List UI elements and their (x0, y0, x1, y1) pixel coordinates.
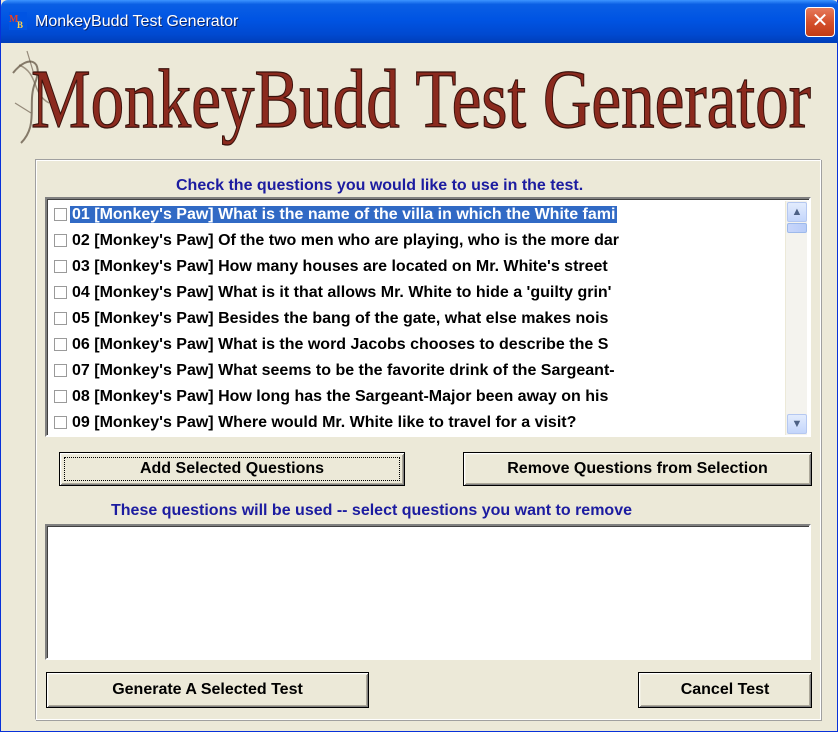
close-icon: ✕ (811, 10, 829, 32)
window-title: MonkeyBudd Test Generator (35, 13, 239, 30)
selected-questions-list[interactable] (45, 524, 811, 660)
chevron-down-icon: ▼ (791, 418, 803, 430)
question-row[interactable]: 05 [Monkey's Paw] Besides the bang of th… (49, 306, 787, 332)
app-window: M B MonkeyBudd Test Generator ✕ MonkeyBu… (0, 0, 838, 732)
question-checkbox[interactable] (54, 364, 67, 377)
generate-button-label: Generate A Selected Test (112, 681, 303, 698)
question-label: 05 [Monkey's Paw] Besides the bang of th… (72, 310, 609, 327)
chevron-up-icon: ▲ (791, 206, 803, 218)
question-row[interactable]: 02 [Monkey's Paw] Of the two men who are… (49, 228, 787, 254)
svg-text:B: B (17, 20, 23, 30)
question-checkbox[interactable] (54, 390, 67, 403)
remove-button-label: Remove Questions from Selection (507, 460, 768, 477)
list-scrollbar[interactable]: ▲ ▼ (785, 201, 807, 435)
question-row[interactable]: 08 [Monkey's Paw] How long has the Sarge… (49, 384, 787, 410)
question-checkbox[interactable] (54, 260, 67, 273)
add-button-label: Add Selected Questions (139, 460, 325, 477)
generate-test-button[interactable]: Generate A Selected Test (46, 672, 369, 708)
available-questions-list[interactable]: 01 [Monkey's Paw] What is the name of th… (45, 197, 811, 437)
question-row[interactable]: 07 [Monkey's Paw] What seems to be the f… (49, 358, 787, 384)
question-checkbox[interactable] (54, 208, 67, 221)
scroll-thumb[interactable] (787, 223, 807, 233)
question-label: 02 [Monkey's Paw] Of the two men who are… (72, 232, 620, 249)
question-label: 01 [Monkey's Paw] What is the name of th… (70, 206, 618, 223)
question-checkbox[interactable] (54, 312, 67, 325)
question-rows: 01 [Monkey's Paw] What is the name of th… (49, 202, 787, 435)
title-bar[interactable]: M B MonkeyBudd Test Generator ✕ (1, 0, 838, 43)
question-row[interactable]: 04 [Monkey's Paw] What is it that allows… (49, 280, 787, 306)
question-row[interactable]: 06 [Monkey's Paw] What is the word Jacob… (49, 332, 787, 358)
cancel-test-button[interactable]: Cancel Test (638, 672, 812, 708)
app-icon: M B (9, 12, 27, 30)
selected-instruction: These questions will be used -- select q… (111, 502, 632, 519)
question-label: 09 [Monkey's Paw] Where would Mr. White … (72, 414, 577, 431)
question-label: 08 [Monkey's Paw] How long has the Sarge… (72, 388, 609, 405)
question-label: 07 [Monkey's Paw] What seems to be the f… (72, 362, 615, 379)
add-selected-questions-button[interactable]: Add Selected Questions (59, 452, 405, 486)
banner-logo: MonkeyBudd Test Generator (12, 50, 812, 147)
close-button[interactable]: ✕ (805, 7, 835, 37)
question-label: 06 [Monkey's Paw] What is the word Jacob… (72, 336, 609, 353)
question-label: 03 [Monkey's Paw] How many houses are lo… (72, 258, 608, 275)
question-checkbox[interactable] (54, 234, 67, 247)
questions-instruction: Check the questions you would like to us… (176, 177, 584, 194)
question-row[interactable]: 09 [Monkey's Paw] Where would Mr. White … (49, 410, 787, 435)
remove-questions-button[interactable]: Remove Questions from Selection (463, 452, 812, 486)
scroll-up-button[interactable]: ▲ (787, 202, 807, 222)
question-row[interactable]: 03 [Monkey's Paw] How many houses are lo… (49, 254, 787, 280)
scroll-down-button[interactable]: ▼ (787, 414, 807, 434)
cancel-button-label: Cancel Test (680, 681, 770, 698)
question-row[interactable]: 01 [Monkey's Paw] What is the name of th… (49, 202, 787, 228)
question-checkbox[interactable] (54, 286, 67, 299)
question-checkbox[interactable] (54, 338, 67, 351)
question-label: 04 [Monkey's Paw] What is it that allows… (72, 284, 612, 301)
question-checkbox[interactable] (54, 416, 67, 429)
banner-text: MonkeyBudd Test Generator (31, 53, 811, 146)
